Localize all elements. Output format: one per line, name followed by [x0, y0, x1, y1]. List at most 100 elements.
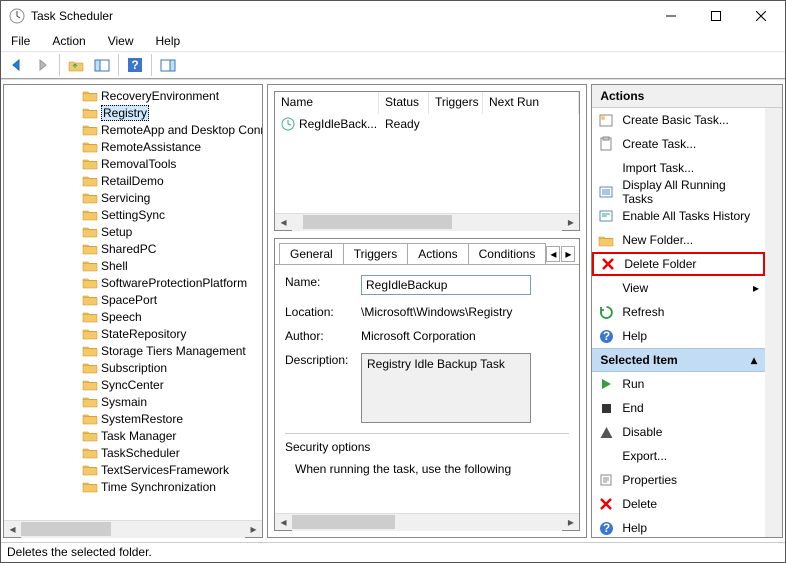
- action-help[interactable]: ?Help: [592, 324, 765, 348]
- tree-item[interactable]: Registry: [4, 104, 262, 121]
- tree-item[interactable]: Sysmain: [4, 393, 262, 410]
- tab-conditions[interactable]: Conditions: [468, 243, 547, 264]
- tree-h-scrollbar[interactable]: ◂▸: [4, 520, 262, 537]
- action-label: Import Task...: [622, 161, 694, 175]
- tab-triggers[interactable]: Triggers: [343, 243, 409, 264]
- tree-item[interactable]: Shell: [4, 257, 262, 274]
- action-properties[interactable]: Properties: [592, 468, 765, 492]
- actions-section-header[interactable]: Selected Item▴: [592, 348, 765, 372]
- tree-item[interactable]: Time Synchronization: [4, 478, 262, 495]
- description-box[interactable]: Registry Idle Backup Task: [361, 353, 531, 423]
- maximize-button[interactable]: [693, 2, 738, 31]
- action-disable[interactable]: Disable: [592, 420, 765, 444]
- folder-icon: [82, 395, 98, 409]
- tree-item-label: SoftwareProtectionPlatform: [101, 276, 247, 290]
- tree-item[interactable]: TaskScheduler: [4, 444, 262, 461]
- tab-scroll-left[interactable]: ◂: [546, 246, 560, 262]
- tree-item[interactable]: TextServicesFramework: [4, 461, 262, 478]
- tree-item[interactable]: RecoveryEnvironment: [4, 87, 262, 104]
- action-refresh[interactable]: Refresh: [592, 300, 765, 324]
- help-button[interactable]: ?: [123, 54, 147, 76]
- menu-bar: File Action View Help: [1, 31, 785, 51]
- separator: [59, 54, 60, 76]
- status-bar: Deletes the selected folder.: [1, 542, 785, 562]
- back-button[interactable]: [5, 54, 29, 76]
- tree-item[interactable]: SpacePort: [4, 291, 262, 308]
- col-nextrun[interactable]: Next Run: [483, 92, 579, 114]
- none-icon: [598, 280, 614, 296]
- menu-action[interactable]: Action: [48, 32, 89, 50]
- action-display-all-running-tasks[interactable]: Display All Running Tasks: [592, 180, 765, 204]
- tree-item-label: SpacePort: [101, 293, 157, 307]
- action-label: Enable All Tasks History: [622, 209, 750, 223]
- tree-item-label: StateRepository: [101, 327, 186, 341]
- task-status: Ready: [379, 115, 429, 133]
- show-hide-actions-button[interactable]: [156, 54, 180, 76]
- tree-item[interactable]: RetailDemo: [4, 172, 262, 189]
- folder-icon: [82, 446, 98, 460]
- folder-tree[interactable]: RecoveryEnvironmentRegistryRemoteApp and…: [4, 85, 262, 520]
- action-create-basic-task[interactable]: Create Basic Task...: [592, 108, 765, 132]
- disable-icon: [598, 424, 614, 440]
- tree-item[interactable]: Setup: [4, 223, 262, 240]
- details-h-scrollbar[interactable]: ◂▸: [275, 513, 579, 530]
- task-row[interactable]: RegIdleBack...Ready: [275, 114, 579, 134]
- tree-item[interactable]: SyncCenter: [4, 376, 262, 393]
- action-view[interactable]: View▸: [592, 276, 765, 300]
- col-status[interactable]: Status: [379, 92, 429, 114]
- up-button[interactable]: [64, 54, 88, 76]
- none-icon: [598, 160, 614, 176]
- tree-item[interactable]: RemovalTools: [4, 155, 262, 172]
- tree-item[interactable]: Speech: [4, 308, 262, 325]
- action-enable-all-tasks-history[interactable]: Enable All Tasks History: [592, 204, 765, 228]
- tasklist-h-scrollbar[interactable]: ◂▸: [275, 213, 579, 230]
- tree-item[interactable]: SystemRestore: [4, 410, 262, 427]
- action-label: Create Basic Task...: [622, 113, 729, 127]
- task-name: RegIdleBack...: [299, 117, 377, 131]
- show-hide-tree-button[interactable]: [90, 54, 114, 76]
- minimize-button[interactable]: [648, 2, 693, 31]
- tree-item[interactable]: Storage Tiers Management: [4, 342, 262, 359]
- menu-help[interactable]: Help: [152, 32, 185, 50]
- tree-item[interactable]: RemoteApp and Desktop Connections: [4, 121, 262, 138]
- tree-item[interactable]: StateRepository: [4, 325, 262, 342]
- folder-icon: [82, 310, 98, 324]
- tree-item[interactable]: SoftwareProtectionPlatform: [4, 274, 262, 291]
- menu-file[interactable]: File: [7, 32, 34, 50]
- tree-item[interactable]: SettingSync: [4, 206, 262, 223]
- col-triggers[interactable]: Triggers: [429, 92, 483, 114]
- tree-item[interactable]: Subscription: [4, 359, 262, 376]
- name-input[interactable]: RegIdleBackup: [361, 275, 531, 295]
- task-pane: Name Status Triggers Next Run RegIdleBac…: [267, 84, 587, 538]
- action-new-folder[interactable]: New Folder...: [592, 228, 765, 252]
- tree-pane: RecoveryEnvironmentRegistryRemoteApp and…: [3, 84, 263, 538]
- action-create-task[interactable]: Create Task...: [592, 132, 765, 156]
- wizard-icon: [598, 112, 614, 128]
- tree-item[interactable]: SharedPC: [4, 240, 262, 257]
- actions-v-scrollbar[interactable]: [765, 108, 782, 537]
- folder-icon: [82, 140, 98, 154]
- forward-button[interactable]: [31, 54, 55, 76]
- action-run[interactable]: Run: [592, 372, 765, 396]
- action-end[interactable]: End: [592, 396, 765, 420]
- tab-actions[interactable]: Actions: [407, 243, 468, 264]
- action-delete[interactable]: Delete: [592, 492, 765, 516]
- title-bar[interactable]: Task Scheduler: [1, 1, 785, 31]
- action-delete-folder[interactable]: Delete Folder: [592, 252, 765, 276]
- tree-item[interactable]: Task Manager: [4, 427, 262, 444]
- tree-item[interactable]: Servicing: [4, 189, 262, 206]
- action-help[interactable]: ?Help: [592, 516, 765, 537]
- list-icon: [598, 184, 614, 200]
- tab-scroll-right[interactable]: ▸: [561, 246, 575, 262]
- tree-item-label: TextServicesFramework: [101, 463, 229, 477]
- task-list-header[interactable]: Name Status Triggers Next Run: [275, 92, 579, 114]
- task-list[interactable]: Name Status Triggers Next Run RegIdleBac…: [274, 91, 580, 231]
- menu-view[interactable]: View: [104, 32, 138, 50]
- folder-icon: [82, 344, 98, 358]
- close-button[interactable]: [738, 2, 783, 31]
- action-import-task[interactable]: Import Task...: [592, 156, 765, 180]
- action-export[interactable]: Export...: [592, 444, 765, 468]
- tab-general[interactable]: General: [279, 243, 344, 264]
- col-name[interactable]: Name: [275, 92, 379, 114]
- tree-item[interactable]: RemoteAssistance: [4, 138, 262, 155]
